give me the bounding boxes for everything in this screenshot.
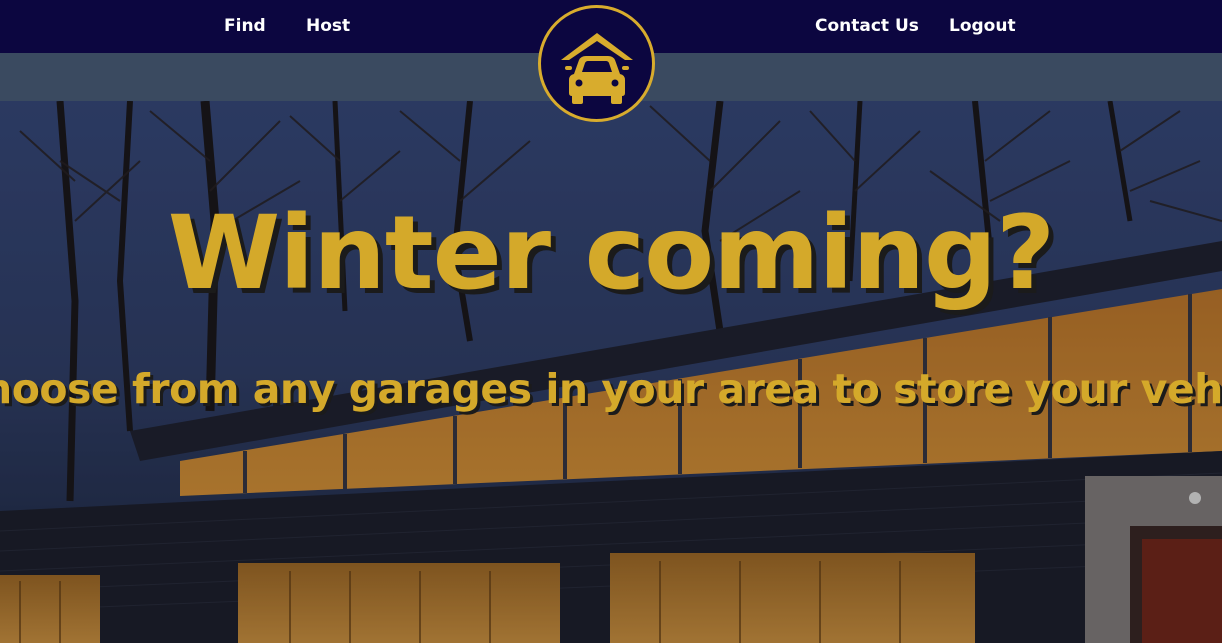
hero-section: Winter coming? hoose from any garages in… <box>0 101 1222 643</box>
nav-contact-link[interactable]: Contact Us <box>815 16 919 36</box>
hero-headline: Winter coming? <box>167 194 1055 313</box>
nav-logout-link[interactable]: Logout <box>949 16 1016 36</box>
nav-find-link[interactable]: Find <box>224 16 266 36</box>
nav-host-link[interactable]: Host <box>306 16 350 36</box>
garage-car-icon <box>561 33 633 104</box>
site-logo[interactable] <box>538 5 655 122</box>
hero-subheadline: hoose from any garages in your area to s… <box>0 365 1222 413</box>
